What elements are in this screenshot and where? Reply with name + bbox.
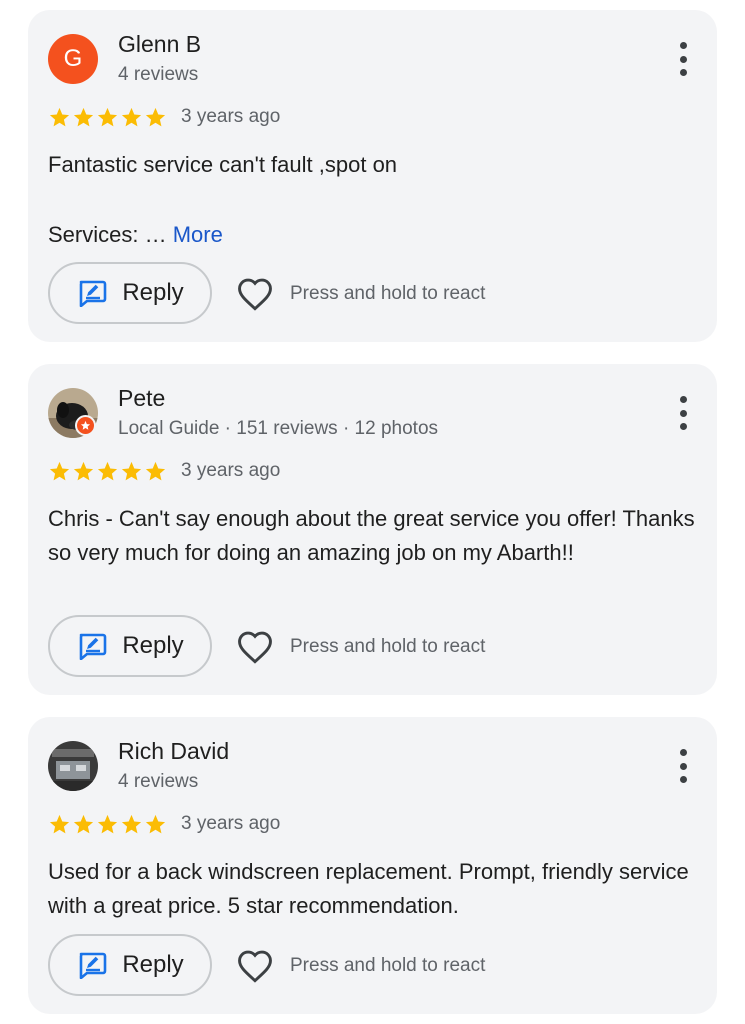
heart-icon bbox=[238, 631, 272, 664]
reply-icon bbox=[80, 280, 107, 307]
review-text: Chris - Can't say enough about the great… bbox=[48, 506, 695, 565]
react-control[interactable]: Press and hold to react bbox=[236, 277, 485, 311]
reply-icon bbox=[80, 633, 107, 660]
react-control[interactable]: Press and hold to react bbox=[236, 630, 485, 664]
star-icon bbox=[145, 814, 166, 833]
reviewer-name[interactable]: Pete bbox=[118, 385, 165, 412]
review-text: Fantastic service can't fault ,spot on bbox=[48, 152, 398, 177]
avatar-photo-icon bbox=[48, 741, 98, 791]
reviewer-meta: 4 reviews bbox=[118, 64, 199, 85]
services-prefix: Services: … bbox=[48, 222, 173, 247]
local-guide-badge-icon bbox=[75, 415, 96, 436]
review-time: 3 years ago bbox=[181, 106, 281, 127]
review-card: G Glenn B 4 reviews 3 years ago Fantasti… bbox=[28, 10, 717, 342]
reviewer-meta: Local Guide · 151 reviews · 12 photos bbox=[118, 418, 439, 439]
more-vert-icon[interactable] bbox=[677, 396, 689, 430]
heart-icon bbox=[238, 278, 272, 311]
star-icon bbox=[121, 107, 142, 126]
more-vert-icon[interactable] bbox=[677, 42, 689, 76]
star-icon bbox=[49, 107, 70, 126]
star-icon bbox=[145, 107, 166, 126]
star-icon bbox=[121, 461, 142, 480]
reply-label: Reply bbox=[122, 279, 184, 306]
reviewer-meta: 4 reviews bbox=[118, 771, 199, 792]
star-rating bbox=[48, 460, 167, 483]
react-label: Press and hold to react bbox=[290, 955, 486, 976]
star-icon bbox=[49, 461, 70, 480]
rating-row: 3 years ago bbox=[48, 812, 280, 836]
reply-label: Reply bbox=[122, 951, 184, 978]
star-icon bbox=[73, 461, 94, 480]
rating-row: 3 years ago bbox=[48, 105, 280, 129]
review-time: 3 years ago bbox=[181, 460, 281, 481]
more-vert-icon[interactable] bbox=[677, 749, 689, 783]
avatar[interactable] bbox=[48, 741, 98, 791]
react-control[interactable]: Press and hold to react bbox=[236, 949, 485, 983]
reply-icon bbox=[80, 952, 107, 979]
review-card: Rich David 4 reviews 3 years ago Used fo… bbox=[28, 717, 717, 1014]
review-card: Pete Local Guide · 151 reviews · 12 phot… bbox=[28, 364, 717, 695]
reviewer-name[interactable]: Rich David bbox=[118, 738, 229, 765]
star-icon bbox=[73, 107, 94, 126]
heart-icon bbox=[238, 950, 272, 983]
services-line: Services: … More bbox=[48, 220, 223, 250]
reply-button[interactable]: Reply bbox=[48, 262, 212, 324]
reply-button[interactable]: Reply bbox=[48, 934, 212, 996]
reviewer-name[interactable]: Glenn B bbox=[118, 31, 201, 58]
star-rating bbox=[48, 106, 167, 129]
reply-button[interactable]: Reply bbox=[48, 615, 212, 677]
star-icon bbox=[97, 107, 118, 126]
react-label: Press and hold to react bbox=[290, 283, 486, 304]
star-icon bbox=[97, 461, 118, 480]
reply-label: Reply bbox=[122, 632, 184, 659]
star-icon bbox=[49, 814, 70, 833]
more-link[interactable]: More bbox=[173, 222, 223, 247]
avatar[interactable]: G bbox=[48, 34, 98, 84]
react-label: Press and hold to react bbox=[290, 636, 486, 657]
star-icon bbox=[121, 814, 142, 833]
star-icon bbox=[97, 814, 118, 833]
star-icon bbox=[145, 461, 166, 480]
review-time: 3 years ago bbox=[181, 813, 281, 834]
star-icon bbox=[73, 814, 94, 833]
review-text: Used for a back windscreen replacement. … bbox=[48, 859, 689, 918]
star-rating bbox=[48, 813, 167, 836]
rating-row: 3 years ago bbox=[48, 459, 280, 483]
avatar-letter: G bbox=[63, 45, 83, 72]
